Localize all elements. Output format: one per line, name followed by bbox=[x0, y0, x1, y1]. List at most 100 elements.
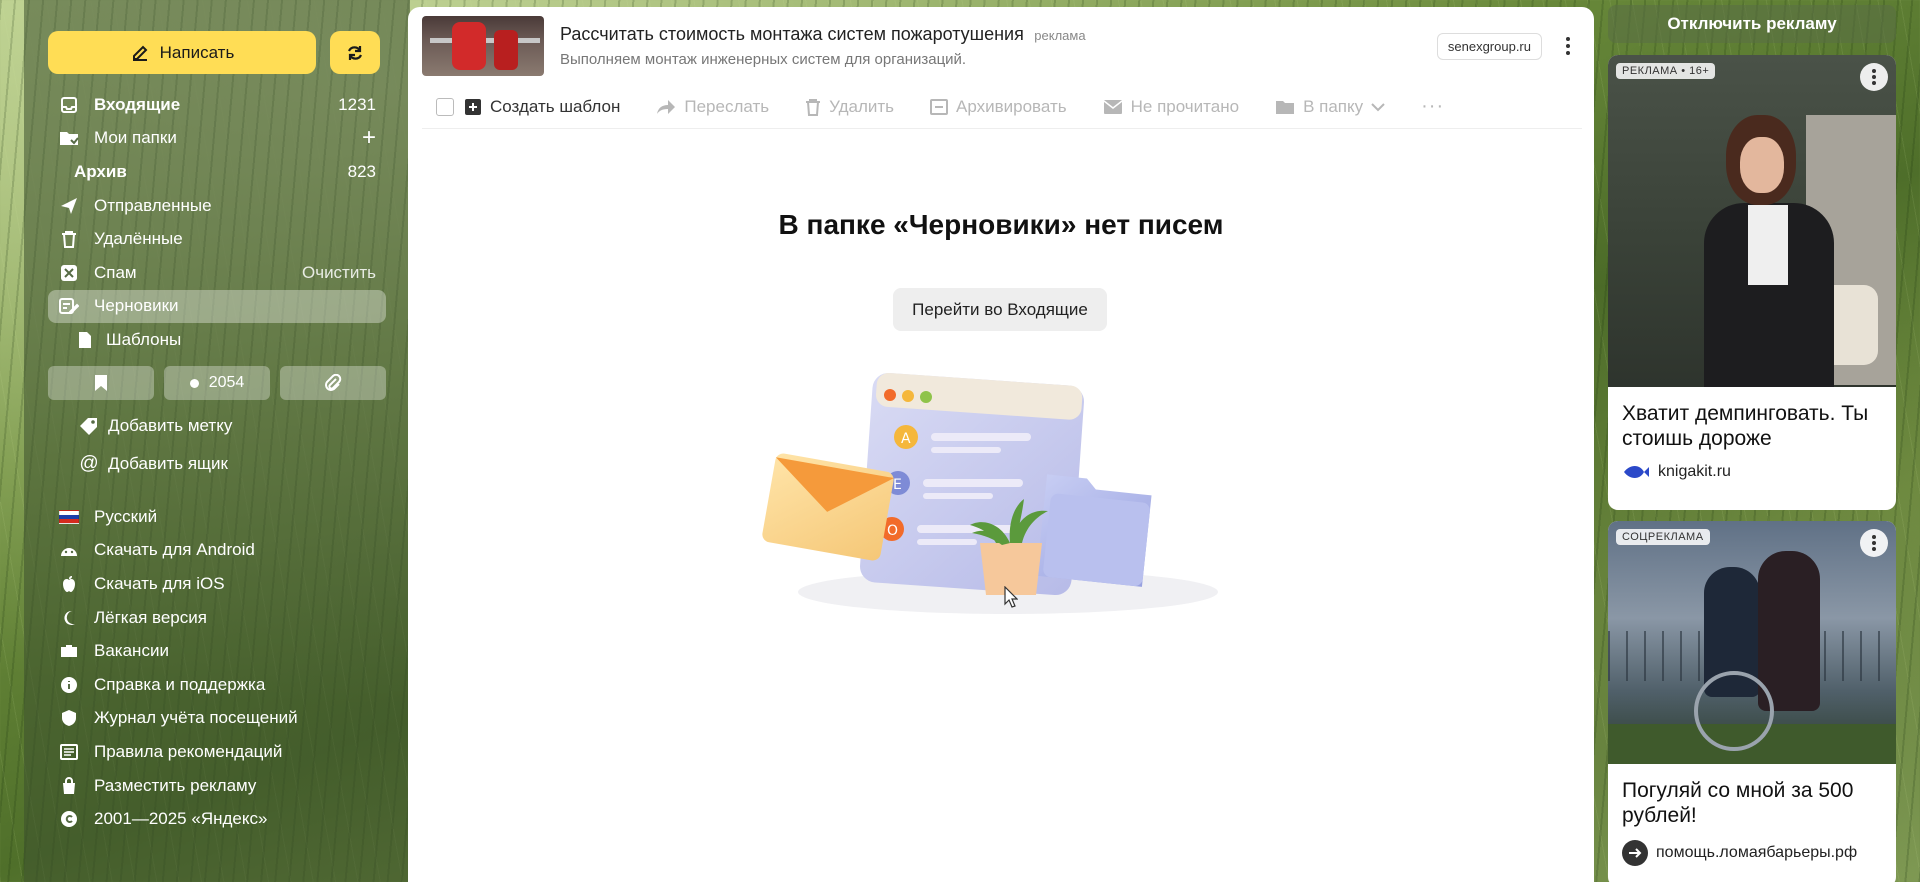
delete-button[interactable]: Удалить bbox=[805, 97, 894, 117]
folder-icon bbox=[58, 127, 80, 149]
link-label: Журнал учёта посещений bbox=[94, 708, 298, 728]
compose-row: Написать bbox=[48, 31, 380, 74]
visit-log-link[interactable]: Журнал учёта посещений bbox=[58, 702, 398, 736]
folder-my-folders[interactable]: Мои папки + bbox=[48, 122, 386, 156]
spam-icon bbox=[58, 262, 80, 284]
folder-archive[interactable]: Архив 823 bbox=[48, 155, 386, 189]
link-label: Справка и поддержка bbox=[94, 674, 266, 694]
select-all-checkbox[interactable] bbox=[436, 97, 454, 116]
forward-button[interactable]: Переслать bbox=[656, 97, 769, 117]
pencil-icon bbox=[132, 45, 148, 61]
compose-button[interactable]: Написать bbox=[48, 31, 316, 74]
android-link[interactable]: Скачать для Android bbox=[58, 534, 398, 568]
tag-icon bbox=[78, 417, 100, 435]
bag-icon bbox=[58, 775, 80, 797]
unread-count: 2054 bbox=[208, 374, 245, 391]
folder-trash[interactable]: Удалённые bbox=[48, 222, 386, 256]
folder-label: Архив bbox=[74, 161, 127, 181]
refresh-button[interactable] bbox=[330, 31, 380, 74]
fish-logo-icon bbox=[1624, 466, 1649, 479]
add-label-row[interactable]: Добавить метку bbox=[78, 407, 398, 445]
russia-flag-icon bbox=[58, 506, 80, 528]
ad-badge: РЕКЛАМА • 16+ bbox=[1616, 63, 1716, 79]
folder-label: Удалённые bbox=[94, 229, 183, 249]
ad-description: Выполняем монтаж инженерных систем для о… bbox=[560, 51, 967, 68]
folder-count: 823 bbox=[347, 161, 376, 181]
attachments-filter[interactable] bbox=[280, 366, 386, 400]
ad-title: Рассчитать стоимость монтажа систем пожа… bbox=[560, 24, 1024, 44]
ad-site-label: knigakit.ru bbox=[1658, 463, 1731, 481]
ad-site: knigakit.ru bbox=[1608, 451, 1896, 493]
ad-site: помощь.ломаябарьеры.рф bbox=[1608, 828, 1896, 878]
folder-spam[interactable]: Спам Очистить bbox=[48, 256, 386, 290]
folder-icon bbox=[1276, 100, 1295, 114]
ad-menu-icon[interactable] bbox=[1860, 63, 1888, 91]
ad-domain-button[interactable]: senexgroup.ru bbox=[1436, 32, 1542, 60]
mouse-cursor-icon bbox=[1004, 586, 1018, 608]
ad-photo bbox=[1608, 521, 1896, 764]
folder-count: 1231 bbox=[338, 94, 376, 114]
archive-button[interactable]: Архивировать bbox=[930, 97, 1067, 117]
folder-drafts[interactable]: Черновики bbox=[48, 289, 386, 324]
clear-spam-button[interactable]: Очистить bbox=[302, 263, 376, 283]
ad-headline: Хватит демпинговать. Ты стоишь дороже bbox=[1622, 402, 1869, 451]
unread-filter[interactable]: 2054 bbox=[164, 366, 270, 400]
recommendations-link[interactable]: Правила рекомендаций bbox=[58, 735, 398, 769]
link-label: Правила рекомендаций bbox=[94, 741, 283, 761]
go-to-inbox-button[interactable]: Перейти во Входящие bbox=[893, 288, 1107, 331]
envelope-icon bbox=[1103, 99, 1123, 114]
ad-thumbnail bbox=[422, 16, 544, 76]
language-link[interactable]: Русский bbox=[58, 500, 398, 534]
bookmarked-filter[interactable] bbox=[48, 366, 154, 400]
folder-label: Шаблоны bbox=[106, 329, 182, 349]
svg-text:O: O bbox=[887, 523, 898, 539]
folder-label: Мои папки bbox=[94, 128, 177, 148]
moon-icon bbox=[58, 607, 80, 629]
send-icon bbox=[58, 195, 80, 217]
ad-menu-icon[interactable] bbox=[1558, 37, 1578, 55]
more-actions-button[interactable]: ··· bbox=[1421, 95, 1444, 118]
copyright-link[interactable]: 2001—2025 «Яндекс» bbox=[58, 802, 398, 836]
ad-text: Рассчитать стоимость монтажа систем пожа… bbox=[560, 24, 1437, 68]
forward-icon bbox=[657, 99, 676, 114]
folder-label: Отправленные bbox=[94, 195, 212, 215]
create-template-button[interactable]: Создать шаблон bbox=[464, 97, 620, 117]
disable-ads-button[interactable]: Отключить рекламу bbox=[1608, 5, 1896, 43]
help-link[interactable]: Справка и поддержка bbox=[58, 668, 398, 702]
lite-version-link[interactable]: Лёгкая версия bbox=[58, 601, 398, 635]
add-folder-button[interactable]: + bbox=[362, 124, 376, 152]
chevron-down-icon bbox=[1371, 102, 1385, 111]
copyright-icon bbox=[58, 808, 80, 830]
unread-label: Не прочитано bbox=[1130, 96, 1240, 116]
archive-icon bbox=[930, 98, 948, 115]
move-to-folder-button[interactable]: В папку bbox=[1275, 97, 1385, 117]
ad-headline: Погуляй со мной за 500 рублей! bbox=[1622, 779, 1854, 828]
top-ad-banner[interactable]: Рассчитать стоимость монтажа систем пожа… bbox=[422, 15, 1592, 77]
mark-unread-button[interactable]: Не прочитано bbox=[1103, 97, 1239, 117]
arrow-right-icon bbox=[1622, 840, 1648, 867]
folder-templates[interactable]: Шаблоны bbox=[48, 323, 386, 357]
link-label: Скачать для iOS bbox=[94, 573, 225, 593]
folder-sent[interactable]: Отправленные bbox=[48, 189, 386, 223]
ad-card-1[interactable]: РЕКЛАМА • 16+ Хватит демпинговать. Ты ст… bbox=[1608, 55, 1896, 510]
vacancies-link[interactable]: Вакансии bbox=[58, 634, 398, 668]
ad-photo bbox=[1608, 55, 1896, 387]
info-icon bbox=[58, 674, 80, 696]
ad-card-2[interactable]: СОЦРЕКЛАМА Погуляй со мной за 500 рублей… bbox=[1608, 521, 1896, 882]
list-icon bbox=[58, 741, 80, 763]
folder-label: Черновики bbox=[94, 296, 179, 316]
compose-label: Написать bbox=[159, 42, 235, 62]
link-label: 2001—2025 «Яндекс» bbox=[94, 809, 268, 829]
quick-filters: 2054 bbox=[48, 366, 386, 400]
folder-inbox[interactable]: Входящие 1231 bbox=[48, 88, 386, 122]
link-label: Лёгкая версия bbox=[94, 607, 207, 627]
drafts-icon bbox=[58, 295, 80, 317]
advertise-link[interactable]: Разместить рекламу bbox=[58, 769, 398, 803]
ios-link[interactable]: Скачать для iOS bbox=[58, 567, 398, 601]
trash-icon bbox=[806, 98, 821, 116]
unread-dot-icon bbox=[189, 378, 199, 388]
add-mailbox-row[interactable]: @ Добавить ящик bbox=[78, 445, 398, 483]
ad-badge: СОЦРЕКЛАМА bbox=[1616, 529, 1710, 545]
ad-menu-icon[interactable] bbox=[1860, 529, 1888, 557]
move-to-folder-label: В папку bbox=[1303, 96, 1364, 116]
